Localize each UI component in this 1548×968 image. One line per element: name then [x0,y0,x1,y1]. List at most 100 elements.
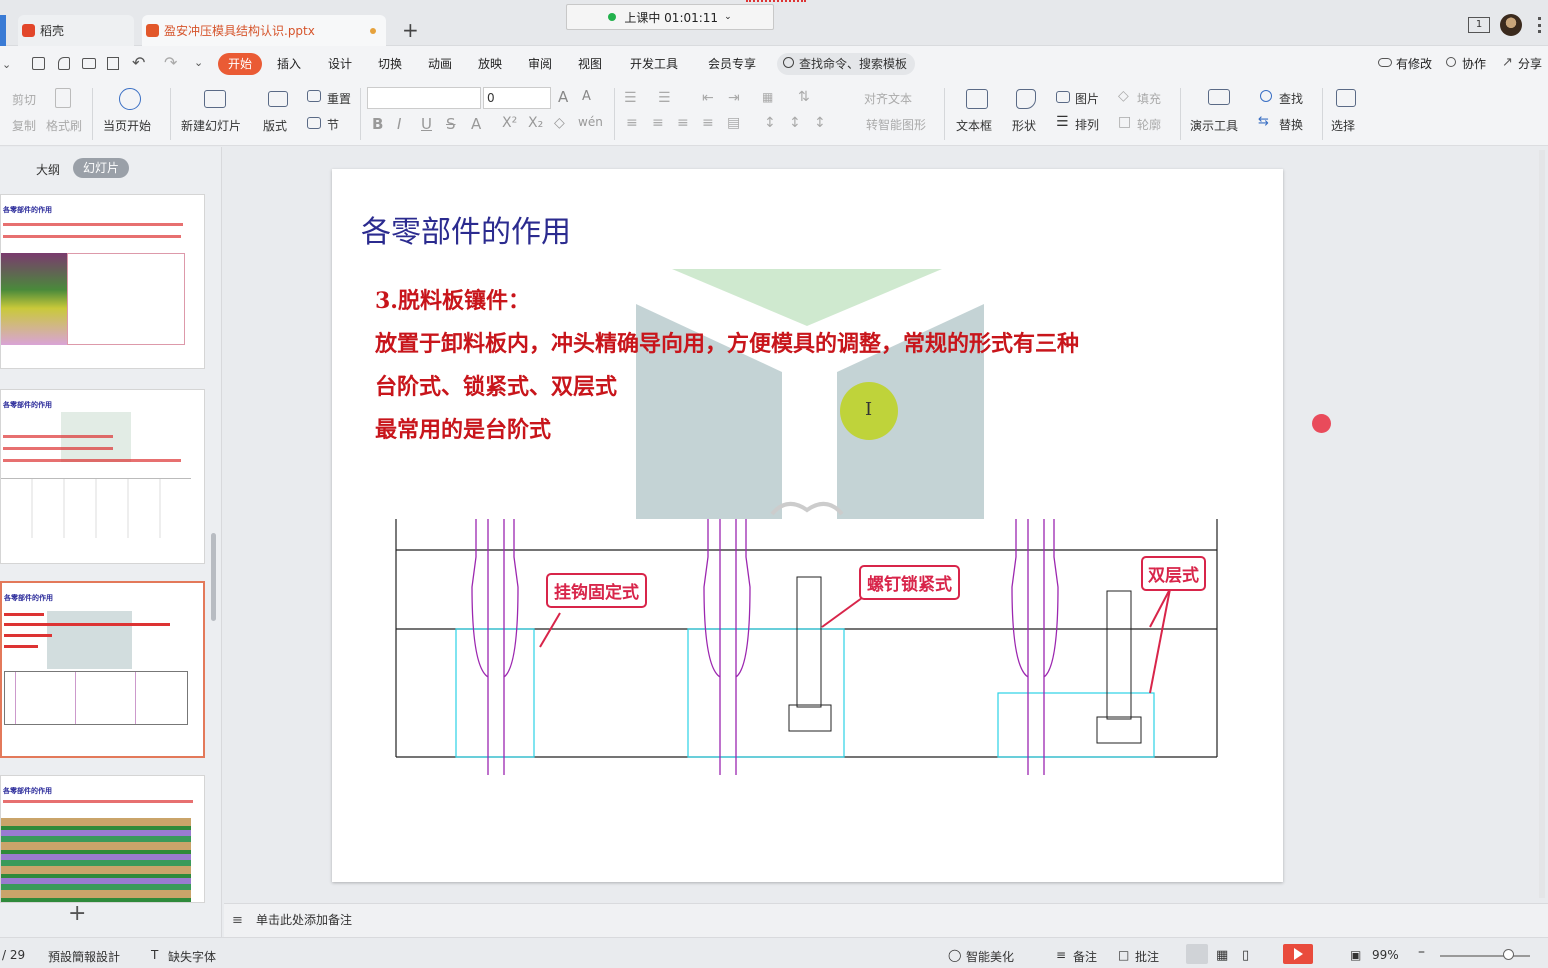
align-right-icon[interactable]: ≡ [677,115,689,131]
hamburger-icon[interactable]: ⌄ [2,58,11,71]
column-spacing-icon[interactable]: ↕ [814,115,826,131]
missing-font-button[interactable]: 缺失字体 [168,948,216,965]
has-changes-button[interactable]: 有修改 [1396,55,1432,72]
select-button[interactable]: 选择 [1331,117,1355,134]
unsaved-dot-icon[interactable] [370,28,376,34]
collaborate-button[interactable]: 协作 [1462,55,1486,72]
design-theme-button[interactable]: 預設簡報設計 [48,948,120,965]
beautify-button[interactable]: 智能美化 [966,948,1014,965]
slide-body-line-3[interactable]: 最常用的是台阶式 [375,412,551,444]
callout-double-layer[interactable]: 双层式 [1141,556,1206,591]
replace-button[interactable]: 替换 [1279,116,1303,133]
slide-title[interactable]: 各零部件的作用 [361,207,571,251]
align-text-button[interactable]: 对齐文本 [864,90,912,107]
font-name-select[interactable] [367,87,481,109]
slide-thumbnail[interactable]: 各零部件的作用 [0,389,205,564]
cut-button[interactable]: 剪切 [12,91,36,108]
comment-button[interactable]: 批注 [1135,948,1159,965]
superscript-icon[interactable]: X² [502,115,517,131]
fit-window-icon[interactable]: ▣ [1350,948,1361,962]
line-spacing-icon[interactable]: ↕ [764,115,776,131]
align-center-icon[interactable]: ≡ [652,115,664,131]
menu-item-view[interactable]: 视图 [578,55,602,72]
para-spacing-icon[interactable]: ↕ [789,115,801,131]
font-size-select[interactable]: 0 [483,87,551,109]
fill-button[interactable]: 填充 [1137,90,1161,107]
zoom-out-button[interactable]: – [1418,944,1425,960]
outline-button[interactable]: 轮廓 [1137,116,1161,133]
menu-item-insert[interactable]: 插入 [277,55,301,72]
slide-thumbnail[interactable]: 各零部件的作用 [0,194,205,369]
grow-font-icon[interactable]: A [558,88,568,106]
underline-icon[interactable]: U [421,115,432,133]
strikethrough-icon[interactable]: S [446,115,456,133]
text-direction-icon[interactable]: ▦ [762,90,773,104]
sorter-view-icon[interactable]: ▦ [1216,948,1228,963]
callout-hook-fixed[interactable]: 挂钩固定式 [546,573,647,608]
menu-item-review[interactable]: 审阅 [528,55,552,72]
outdent-icon[interactable]: ⇥ [728,90,740,106]
new-slide-button[interactable]: 新建幻灯片 [181,117,241,134]
sort-icon[interactable]: ⇅ [798,89,810,105]
bullets-icon[interactable]: ☰ [624,90,637,106]
indent-icon[interactable]: ⇤ [702,90,714,106]
numbering-icon[interactable]: ☰ [658,90,671,106]
menu-item-animation[interactable]: 动画 [428,55,452,72]
textbox-button[interactable]: 文本框 [956,117,992,134]
present-tools-button[interactable]: 演示工具 [1190,117,1238,134]
phonetic-icon[interactable]: wén [578,115,603,129]
arrange-button[interactable]: 排列 [1075,116,1099,133]
tab-docer[interactable]: 稻壳 [18,15,134,46]
subscript-icon[interactable]: X₂ [528,115,543,131]
quick-access-more-icon[interactable]: ⌄ [194,56,203,69]
menu-item-developer[interactable]: 开发工具 [630,55,678,72]
slide-thumbnail-selected[interactable]: 各零部件的作用 [0,581,205,758]
distribute-icon[interactable]: ▤ [727,115,740,131]
notes-pane[interactable]: ≡ 单击此处添加备注 [224,903,1548,937]
justify-icon[interactable]: ≡ [702,115,714,131]
share-button[interactable]: 分享 [1518,55,1542,72]
page-indicator-box[interactable]: 1 [1468,17,1490,33]
find-button[interactable]: 查找 [1279,90,1303,107]
export-icon[interactable] [58,57,70,70]
slide-heading[interactable]: 3.脱料板镶件： [375,283,530,315]
zoom-slider-thumb[interactable] [1503,949,1514,960]
copy-button[interactable]: 复制 [12,117,36,134]
italic-icon[interactable]: I [397,115,401,133]
recording-indicator[interactable]: 上课中 01:01:11 ⌄ [566,4,774,30]
print-icon[interactable] [82,58,96,69]
undo-icon[interactable]: ↶ [132,53,145,72]
save-icon[interactable] [32,57,45,70]
panel-scrollbar[interactable] [211,533,216,621]
more-icon[interactable] [1538,17,1541,33]
layout-button[interactable]: 版式 [263,117,287,134]
bold-icon[interactable]: B [372,115,383,133]
notes-toggle-button[interactable]: 备注 [1073,948,1097,965]
font-color-icon[interactable]: A [471,115,481,133]
smart-art-button[interactable]: 转智能图形 [866,116,926,133]
format-painter-button[interactable]: 格式刷 [46,117,82,134]
preview-icon[interactable] [107,57,119,70]
play-from-current-button[interactable]: 当页开始 [103,117,151,134]
avatar[interactable] [1500,14,1522,36]
reset-button[interactable]: 重置 [327,90,351,107]
slide-body-line-1[interactable]: 放置于卸料板内，冲头精确导向用，方便模具的调整，常规的形式有三种 [375,326,1079,358]
menu-item-design[interactable]: 设计 [328,55,352,72]
redo-icon[interactable]: ↷ [164,53,177,72]
zoom-level[interactable]: 99% [1372,948,1399,962]
tab-slides[interactable]: 幻灯片 [73,158,129,178]
menu-item-transition[interactable]: 切换 [378,55,402,72]
add-slide-button[interactable]: + [68,901,86,926]
zoom-slider-track[interactable] [1440,955,1530,957]
align-left-icon[interactable]: ≡ [626,115,638,131]
shape-button[interactable]: 形状 [1012,117,1036,134]
menu-item-slideshow[interactable]: 放映 [478,55,502,72]
command-search[interactable]: 查找命令、搜索模板 [777,53,915,75]
callout-screw-locked[interactable]: 螺钉锁紧式 [859,565,960,600]
menu-item-member[interactable]: 会员专享 [708,55,756,72]
slide-canvas[interactable]: 各零部件的作用 3.脱料板镶件： 放置于卸料板内，冲头精确导向用，方便模具的调整… [332,169,1283,882]
editor-scrollbar[interactable] [1539,150,1545,898]
shrink-font-icon[interactable]: A [582,89,591,104]
clear-format-icon[interactable]: ◇ [554,115,565,131]
tab-outline[interactable]: 大纲 [36,161,60,178]
